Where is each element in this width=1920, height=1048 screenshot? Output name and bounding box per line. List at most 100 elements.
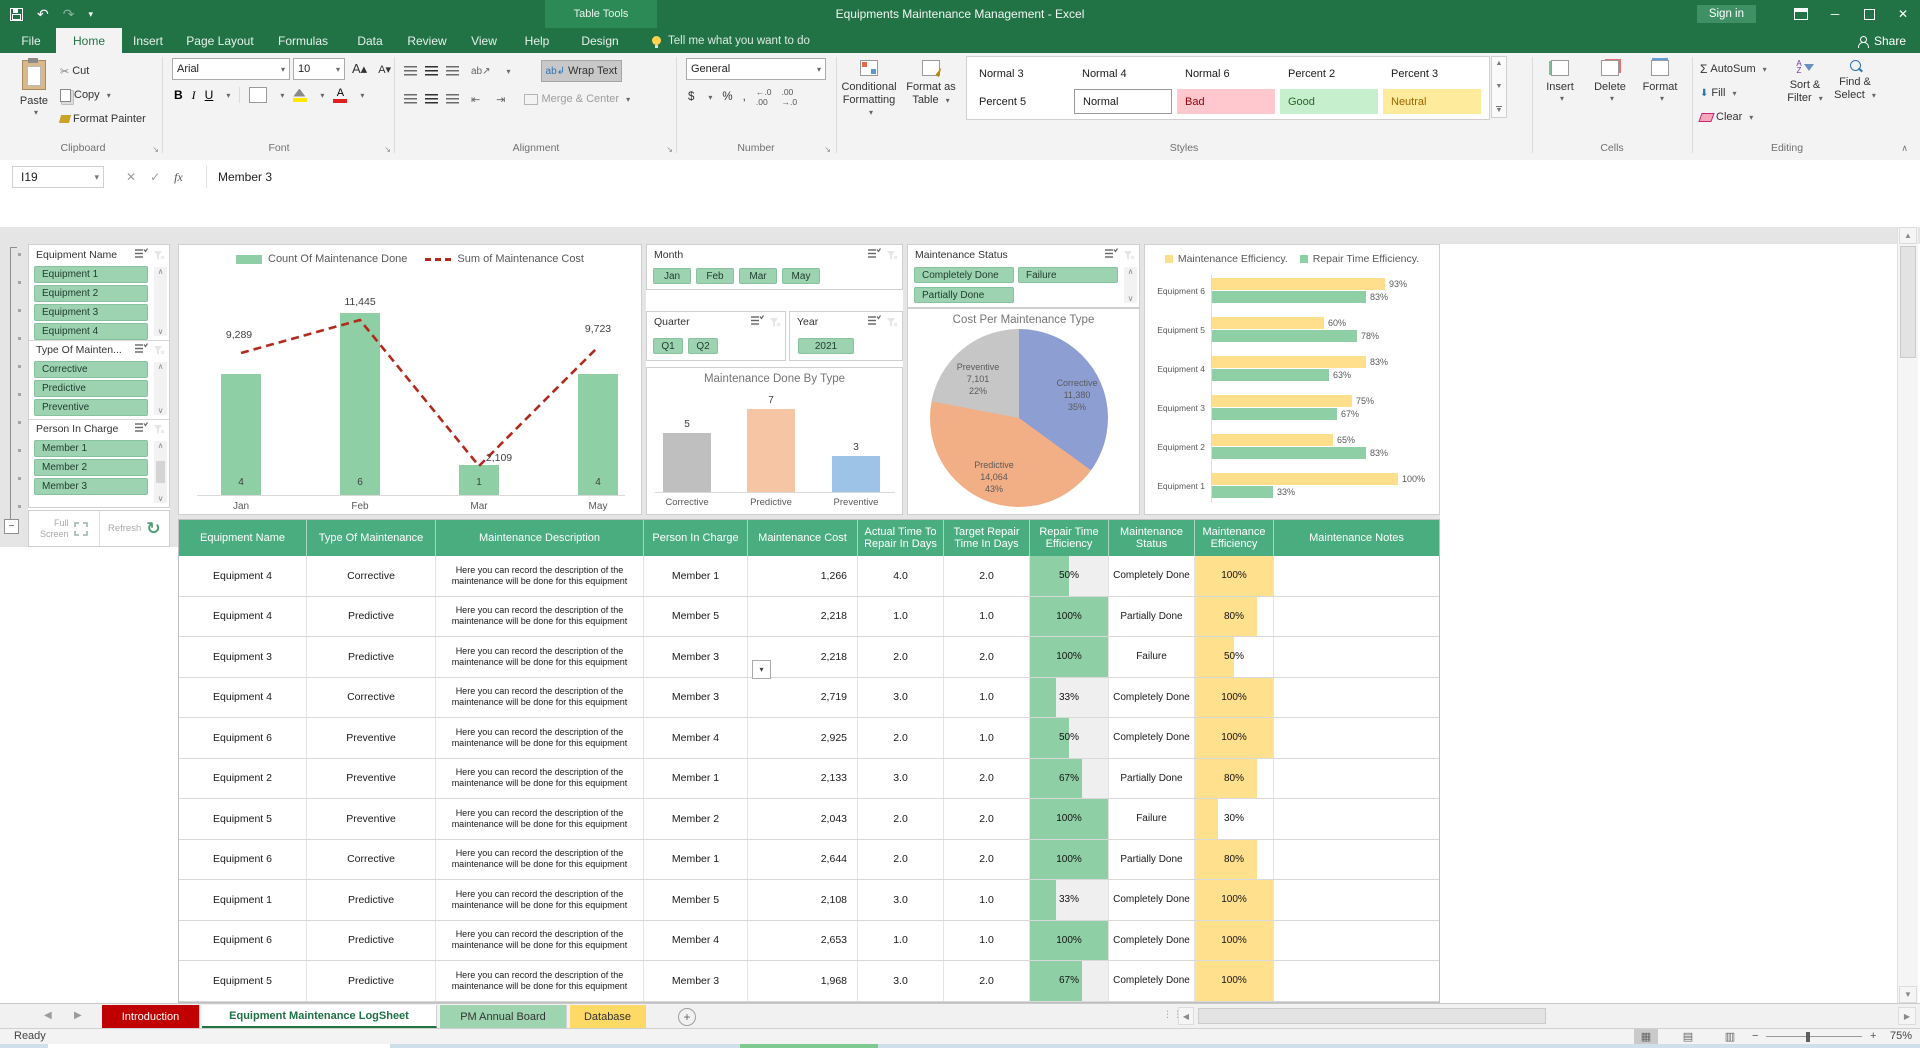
slicer-item-member-2[interactable]: Member 2 — [34, 459, 148, 476]
slicer-item-equipment-4[interactable]: Equipment 4 — [34, 323, 148, 340]
multi-select-icon[interactable] — [135, 248, 148, 262]
cell-maintenance-status[interactable]: Completely Done — [1109, 880, 1195, 920]
clear-filter-icon[interactable] — [153, 424, 165, 435]
font-size-combo[interactable]: 10▾ — [293, 58, 345, 80]
gallery-more-icon[interactable]: ▼ — [1496, 106, 1503, 114]
year-item-2021[interactable]: 2021 — [798, 338, 854, 354]
orientation-button[interactable]: ab↗ — [467, 61, 495, 81]
cell-maintenance-efficiency[interactable]: 100% — [1195, 880, 1274, 920]
cell-type-of-maintenance[interactable]: Preventive — [307, 799, 436, 839]
zoom-level[interactable]: 75% — [1890, 1030, 1912, 1042]
sort-filter-button[interactable]: AZ Sort & Filter ▾ — [1782, 56, 1828, 132]
cell-repair-time-efficiency[interactable]: 67% — [1030, 961, 1109, 1001]
style-chip-percent-3[interactable]: Percent 3 — [1383, 61, 1481, 86]
cell-repair-time-efficiency[interactable]: 67% — [1030, 759, 1109, 799]
percent-style-button[interactable]: % — [722, 91, 732, 103]
cell-equipment-name[interactable]: Equipment 5 — [179, 961, 307, 1001]
cell-person-in-charge[interactable]: Member 4 — [644, 718, 748, 758]
cell-maintenance-cost[interactable]: 2,133 — [748, 759, 858, 799]
horizontal-scroll-thumb[interactable] — [1198, 1008, 1546, 1024]
cell-maintenance-status[interactable]: Completely Done — [1109, 678, 1195, 718]
month-item-mar[interactable]: Mar — [739, 268, 777, 284]
cell-maintenance-notes[interactable] — [1274, 637, 1440, 677]
cell-actual-time-to-repair-in-days[interactable]: 2.0 — [858, 840, 944, 880]
cell-target-repair-time-in-days[interactable]: 2.0 — [944, 637, 1030, 677]
style-chip-good[interactable]: Good — [1280, 89, 1378, 114]
cell-maintenance-description[interactable]: Here you can record the description of t… — [436, 678, 644, 718]
align-right-icon[interactable] — [446, 94, 459, 104]
cell-maintenance-notes[interactable] — [1274, 799, 1440, 839]
cell-maintenance-cost[interactable]: 2,043 — [748, 799, 858, 839]
cell-maintenance-cost[interactable]: 2,218 — [748, 597, 858, 637]
cell-maintenance-notes[interactable] — [1274, 961, 1440, 1001]
cell-equipment-name[interactable]: Equipment 4 — [179, 678, 307, 718]
accounting-format-button[interactable]: $ — [688, 91, 694, 103]
cell-maintenance-description[interactable]: Here you can record the description of t… — [436, 921, 644, 961]
multi-select-icon[interactable] — [1105, 248, 1118, 262]
gallery-down-icon[interactable]: ▼ — [1496, 83, 1503, 90]
cell-maintenance-efficiency[interactable]: 100% — [1195, 556, 1274, 596]
multi-select-icon[interactable] — [135, 422, 148, 436]
ribbon-tab-formulas[interactable]: Formulas — [270, 28, 336, 53]
ribbon-display-options-icon[interactable] — [1784, 0, 1818, 28]
month-item-jan[interactable]: Jan — [653, 268, 691, 284]
cell-target-repair-time-in-days[interactable]: 2.0 — [944, 556, 1030, 596]
cell-maintenance-notes[interactable] — [1274, 597, 1440, 637]
insert-cells-button[interactable]: Insert ▾ — [1536, 56, 1584, 132]
fill-color-button[interactable] — [293, 89, 307, 102]
cell-maintenance-status[interactable]: Failure — [1109, 799, 1195, 839]
enter-formula-icon[interactable]: ✓ — [150, 170, 160, 184]
style-chip-normal-3[interactable]: Normal 3 — [971, 61, 1069, 86]
column-header-equipment-name[interactable]: Equipment Name — [179, 520, 307, 556]
grow-font-button[interactable]: A▴ — [348, 59, 371, 79]
cell-maintenance-efficiency[interactable]: 80% — [1195, 759, 1274, 799]
wrap-text-button[interactable]: ab↲ Wrap Text — [541, 60, 623, 82]
sign-in-button[interactable]: Sign in — [1697, 5, 1756, 23]
multi-select-icon[interactable] — [135, 343, 148, 357]
increase-indent-icon[interactable]: ⇥ — [492, 89, 509, 109]
cell-maintenance-efficiency[interactable]: 80% — [1195, 597, 1274, 637]
cell-repair-time-efficiency[interactable]: 100% — [1030, 799, 1109, 839]
status-slicer-scrollbar[interactable]: ∧∨ — [1124, 267, 1137, 303]
cell-person-in-charge[interactable]: Member 3 — [644, 678, 748, 718]
cell-actual-time-to-repair-in-days[interactable]: 1.0 — [858, 921, 944, 961]
cell-equipment-name[interactable]: Equipment 4 — [179, 556, 307, 596]
vertical-scroll-thumb[interactable] — [1900, 246, 1916, 358]
style-chip-normal-4[interactable]: Normal 4 — [1074, 61, 1172, 86]
cell-maintenance-notes[interactable] — [1274, 759, 1440, 799]
cell-maintenance-description[interactable]: Here you can record the description of t… — [436, 759, 644, 799]
cell-target-repair-time-in-days[interactable]: 1.0 — [944, 880, 1030, 920]
cell-equipment-name[interactable]: Equipment 2 — [179, 759, 307, 799]
style-chip-percent-2[interactable]: Percent 2 — [1280, 61, 1378, 86]
hscroll-right-icon[interactable]: ▶ — [1898, 1007, 1916, 1025]
align-bottom-icon[interactable] — [446, 66, 459, 76]
cell-equipment-name[interactable]: Equipment 6 — [179, 718, 307, 758]
font-dialog-launcher-icon[interactable]: ↘ — [384, 145, 391, 154]
cell-type-of-maintenance[interactable]: Corrective — [307, 678, 436, 718]
cell-actual-time-to-repair-in-days[interactable]: 4.0 — [858, 556, 944, 596]
fill-button[interactable]: ⬇Fill▾ — [1696, 83, 1771, 103]
cell-maintenance-notes[interactable] — [1274, 678, 1440, 718]
cell-type-of-maintenance[interactable]: Predictive — [307, 597, 436, 637]
clear-filter-icon[interactable] — [886, 317, 898, 328]
slicer-item-predictive[interactable]: Predictive — [34, 380, 148, 397]
ribbon-tab-design[interactable]: Design — [568, 28, 632, 53]
font-color-button[interactable]: A — [333, 88, 347, 103]
redo-icon[interactable]: ↷ — [63, 0, 75, 28]
cell-repair-time-efficiency[interactable]: 33% — [1030, 880, 1109, 920]
cell-target-repair-time-in-days[interactable]: 2.0 — [944, 961, 1030, 1001]
copy-button[interactable]: Copy▾ — [56, 85, 150, 105]
cell-maintenance-status[interactable]: Completely Done — [1109, 718, 1195, 758]
cell-maintenance-cost[interactable]: 2,653 — [748, 921, 858, 961]
slicer-item-corrective[interactable]: Corrective — [34, 361, 148, 378]
cell-type-of-maintenance[interactable]: Preventive — [307, 759, 436, 799]
zoom-slider-handle[interactable] — [1806, 1032, 1810, 1042]
slicer-scroll-up-icon[interactable]: ∧ — [158, 267, 164, 276]
format-painter-button[interactable]: Format Painter — [56, 109, 150, 129]
zoom-in-icon[interactable]: + — [1870, 1030, 1876, 1042]
cell-repair-time-efficiency[interactable]: 100% — [1030, 840, 1109, 880]
sheet-nav-right-icon[interactable]: ▶ — [74, 1010, 82, 1021]
month-item-may[interactable]: May — [782, 268, 820, 284]
outline-collapse-button[interactable]: − — [4, 519, 19, 534]
cell-maintenance-description[interactable]: Here you can record the description of t… — [436, 637, 644, 677]
